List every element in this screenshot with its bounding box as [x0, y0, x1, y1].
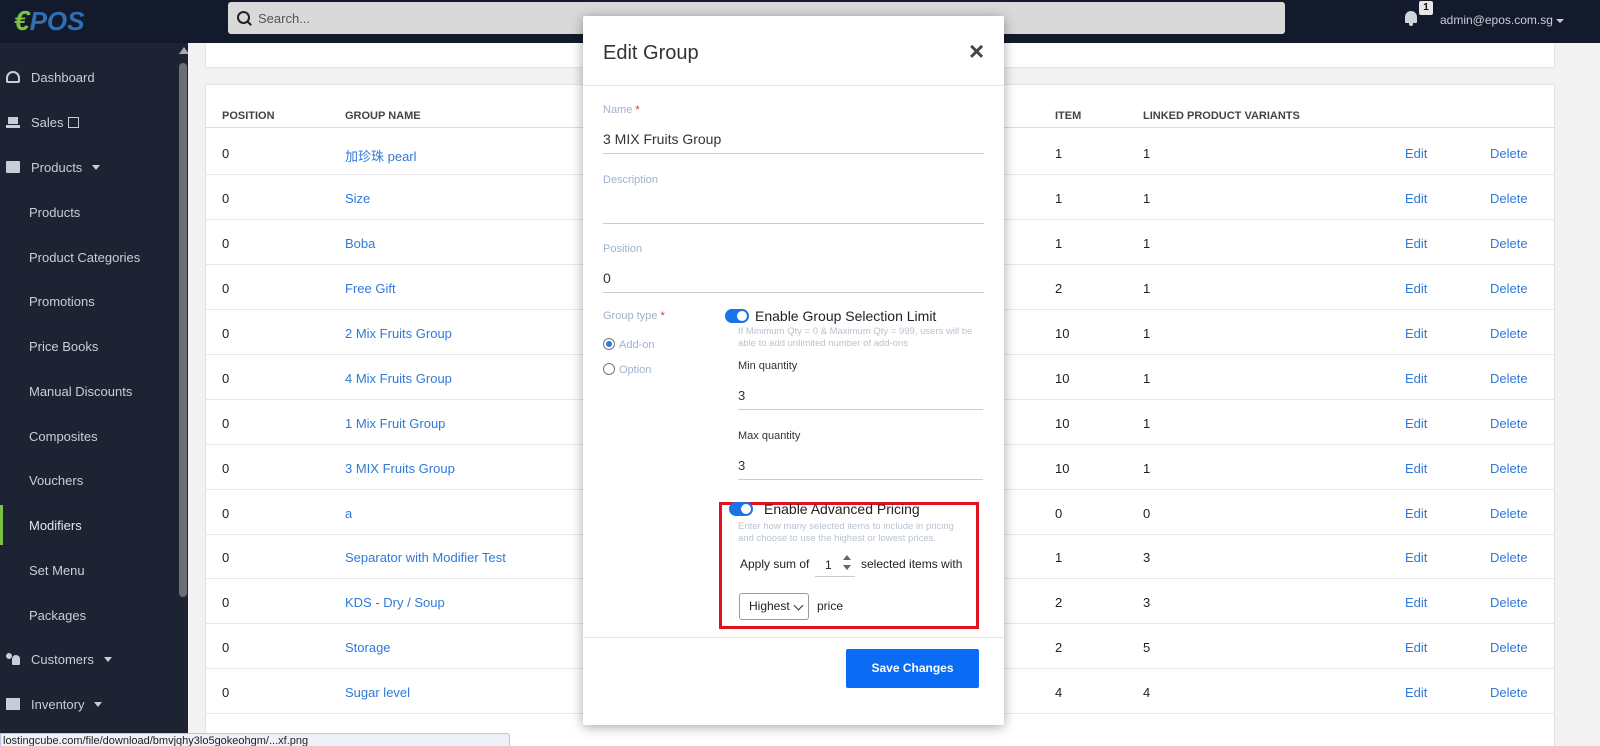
advanced-pricing-toggle[interactable]: [729, 502, 753, 516]
description-label: Description: [603, 174, 659, 186]
modal-footer-divider: [583, 637, 1004, 638]
price-mode-value: Highest: [749, 599, 790, 613]
save-changes-button[interactable]: Save Changes: [846, 649, 979, 688]
price-suffix: price: [817, 599, 844, 613]
stepper-down-icon[interactable]: [843, 565, 851, 570]
modal-title: Edit Group: [603, 42, 699, 64]
advanced-pricing-hint: Enter how many selected items to include…: [738, 521, 954, 544]
apply-sum-prefix: Apply sum of: [740, 557, 810, 571]
description-field-underline: [603, 223, 984, 224]
max-quantity-underline: [738, 479, 983, 480]
selection-limit-label: Enable Group Selection Limit: [755, 308, 937, 324]
stepper-up-icon[interactable]: [843, 555, 851, 560]
advanced-pricing-label: Enable Advanced Pricing: [764, 501, 920, 517]
group-type-addon-radio[interactable]: [603, 338, 615, 350]
group-type-option-radio[interactable]: [603, 363, 615, 375]
position-field-underline: [603, 292, 984, 293]
price-mode-select[interactable]: Highest: [739, 593, 809, 620]
name-field[interactable]: 3 MIX Fruits Group: [603, 131, 721, 147]
group-type-label: Group type *: [603, 310, 665, 322]
group-type-option-label[interactable]: Option: [619, 364, 651, 376]
selection-limit-hint: If Minimum Qty = 0 & Maximum Qty = 999, …: [738, 326, 973, 349]
max-quantity-label: Max quantity: [738, 430, 801, 442]
position-label: Position: [603, 243, 643, 255]
min-quantity-field[interactable]: 3: [738, 388, 745, 403]
description-field[interactable]: [603, 201, 984, 221]
min-quantity-underline: [738, 409, 983, 410]
group-type-addon-label[interactable]: Add-on: [619, 339, 654, 351]
max-quantity-field[interactable]: 3: [738, 458, 745, 473]
min-quantity-label: Min quantity: [738, 360, 798, 372]
name-field-underline: [603, 153, 984, 154]
selection-limit-toggle[interactable]: [725, 309, 749, 323]
position-field[interactable]: 0: [603, 270, 611, 286]
chevron-down-icon: [793, 600, 804, 611]
selected-items-count-stepper[interactable]: 1: [815, 551, 855, 577]
name-label: Name *: [603, 104, 640, 116]
apply-sum-suffix: selected items with: [861, 557, 963, 571]
selected-items-count: 1: [825, 558, 832, 572]
edit-group-modal: Edit Group × Name * 3 MIX Fruits Group D…: [583, 16, 1004, 725]
modal-header-divider: [583, 85, 1004, 86]
close-icon[interactable]: ×: [969, 38, 984, 64]
